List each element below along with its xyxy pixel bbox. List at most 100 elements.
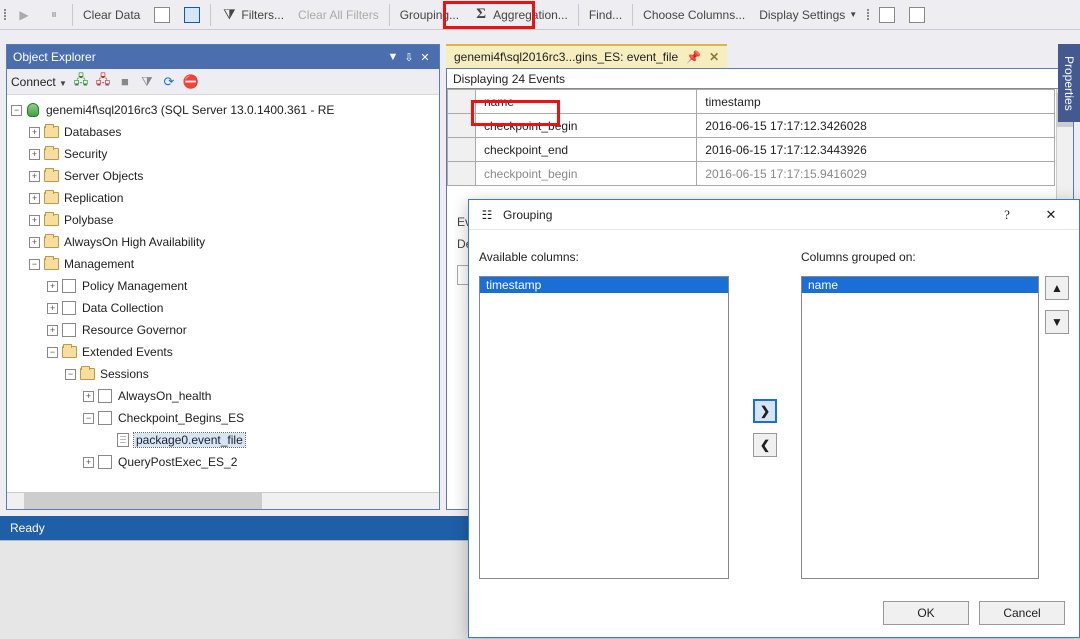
move-down-button[interactable]: ▼: [1045, 310, 1069, 334]
expand-icon[interactable]: +: [47, 281, 58, 292]
tree-checkpoint-begins[interactable]: −Checkpoint_Begins_ES: [11, 407, 439, 429]
view2-button[interactable]: [178, 3, 206, 27]
expand-icon[interactable]: +: [83, 391, 94, 402]
table-row[interactable]: checkpoint_begin2016-06-15 17:17:12.3426…: [448, 114, 1055, 138]
cell: 2016-06-15 17:17:12.3443926: [697, 138, 1055, 162]
list-item[interactable]: name: [802, 277, 1038, 293]
list-item[interactable]: timestamp: [480, 277, 728, 293]
collapse-icon[interactable]: −: [29, 259, 40, 270]
display-settings-button[interactable]: Display Settings▼: [753, 3, 863, 27]
close-button[interactable]: ✕: [1033, 203, 1069, 227]
document-tab[interactable]: genemi4f\sql2016rc3...gins_ES: event_fil…: [446, 44, 727, 68]
tree-policy-mgmt[interactable]: +Policy Management: [11, 275, 439, 297]
filter-icon[interactable]: ⧩: [139, 74, 155, 90]
clear-all-filters-label: Clear All Filters: [298, 8, 379, 22]
grid-corner: [448, 90, 476, 114]
tree-label: Polybase: [62, 213, 115, 227]
col-timestamp-header[interactable]: timestamp: [697, 90, 1055, 114]
expand-icon[interactable]: +: [83, 457, 94, 468]
table-row[interactable]: checkpoint_end2016-06-15 17:17:12.344392…: [448, 138, 1055, 162]
tree-resource-gov[interactable]: +Resource Governor: [11, 319, 439, 341]
expand-icon[interactable]: +: [29, 149, 40, 160]
tree-sessions[interactable]: −Sessions: [11, 363, 439, 385]
expand-icon[interactable]: +: [29, 237, 40, 248]
close-icon[interactable]: ✕: [417, 49, 433, 65]
expand-icon[interactable]: +: [29, 127, 40, 138]
collapse-icon[interactable]: −: [65, 369, 76, 380]
scrollbar-thumb[interactable]: [24, 493, 262, 509]
events-grid[interactable]: name timestamp checkpoint_begin2016-06-1…: [447, 89, 1073, 209]
table-row[interactable]: checkpoint_begin2016-06-15 17:17:15.9416…: [448, 162, 1055, 186]
clear-all-filters-button[interactable]: Clear All Filters: [292, 3, 385, 27]
col-name-header[interactable]: name: [476, 90, 697, 114]
folder-icon: [43, 234, 59, 250]
tree-extended-events[interactable]: −Extended Events: [11, 341, 439, 363]
dropdown-icon[interactable]: ▼: [385, 49, 401, 65]
help-button[interactable]: ?: [989, 203, 1025, 227]
pin-icon[interactable]: ⇩: [401, 49, 417, 65]
tree-management[interactable]: −Management: [11, 253, 439, 275]
dialog-icon: ☷: [479, 207, 495, 223]
connect-button[interactable]: Connect ▼: [11, 75, 67, 89]
tree-querypost[interactable]: +QueryPostExec_ES_2: [11, 451, 439, 473]
ok-button[interactable]: OK: [883, 601, 969, 625]
grouping-button[interactable]: Grouping...: [394, 3, 465, 27]
object-explorer-tree[interactable]: − genemi4f\sql2016rc3 (SQL Server 13.0.1…: [7, 95, 439, 492]
tree-root[interactable]: − genemi4f\sql2016rc3 (SQL Server 13.0.1…: [11, 99, 439, 121]
refresh-icon[interactable]: ⟳: [161, 74, 177, 90]
extra1-button[interactable]: [873, 3, 901, 27]
clear-data-label: Clear Data: [83, 8, 140, 22]
tree-alwayson[interactable]: +AlwaysOn High Availability: [11, 231, 439, 253]
folder-icon: [79, 366, 95, 382]
tree-server-objects[interactable]: +Server Objects: [11, 165, 439, 187]
move-up-button[interactable]: ▲: [1045, 276, 1069, 300]
script-icon[interactable]: ⛔: [183, 74, 199, 90]
main-toolbar: ▶ ⏸ Clear Data ⧩Filters... Clear All Fil…: [0, 0, 1080, 30]
filters-button[interactable]: ⧩Filters...: [215, 3, 290, 27]
collapse-icon[interactable]: −: [47, 347, 58, 358]
available-columns-listbox[interactable]: timestamp: [479, 276, 729, 579]
close-icon[interactable]: ✕: [709, 50, 719, 64]
session-icon: [97, 454, 113, 470]
extra2-button[interactable]: [903, 3, 931, 27]
folder-icon: [43, 168, 59, 184]
grouped-columns-listbox[interactable]: name: [801, 276, 1039, 579]
pin-icon[interactable]: 📌: [686, 50, 701, 64]
clear-data-button[interactable]: Clear Data: [77, 3, 146, 27]
connect-add-icon[interactable]: 🖧: [73, 74, 89, 90]
expand-icon[interactable]: +: [29, 193, 40, 204]
collapse-icon[interactable]: −: [83, 413, 94, 424]
tree-databases[interactable]: +Databases: [11, 121, 439, 143]
properties-tab[interactable]: Properties: [1058, 44, 1080, 122]
move-left-button[interactable]: ❮: [753, 433, 777, 457]
folder-icon: [43, 190, 59, 206]
tree-label: Security: [62, 147, 109, 161]
expand-icon[interactable]: +: [29, 215, 40, 226]
expand-icon[interactable]: +: [47, 325, 58, 336]
expand-icon[interactable]: +: [47, 303, 58, 314]
tree-polybase[interactable]: + Polybase: [11, 209, 439, 231]
stop-icon[interactable]: ■: [117, 74, 133, 90]
tree-package0[interactable]: package0.event_file: [11, 429, 439, 451]
tree-data-collection[interactable]: +Data Collection: [11, 297, 439, 319]
connect-remove-icon[interactable]: 🖧: [95, 74, 111, 90]
choose-columns-button[interactable]: Choose Columns...: [637, 3, 751, 27]
collapse-icon[interactable]: −: [11, 105, 22, 116]
tree-replication[interactable]: +Replication: [11, 187, 439, 209]
toolbar-grip: [2, 3, 8, 27]
cancel-button[interactable]: Cancel: [979, 601, 1065, 625]
view1-button[interactable]: [148, 3, 176, 27]
tree-security[interactable]: + Security: [11, 143, 439, 165]
aggregation-button[interactable]: ΣAggregation...: [467, 3, 574, 27]
grouping-dialog: ☷ Grouping ? ✕ Available columns: Column…: [468, 199, 1080, 638]
dialog-titlebar[interactable]: ☷ Grouping ? ✕: [469, 200, 1079, 230]
tree-alwayson-health[interactable]: +AlwaysOn_health: [11, 385, 439, 407]
expand-icon[interactable]: +: [29, 171, 40, 182]
play-button[interactable]: ▶: [10, 3, 38, 27]
cell: checkpoint_begin: [476, 114, 697, 138]
pause-button[interactable]: ⏸: [40, 3, 68, 27]
move-right-button[interactable]: ❯: [753, 399, 777, 423]
find-button[interactable]: Find...: [583, 3, 628, 27]
events-caption: Displaying 24 Events: [447, 69, 1073, 89]
horizontal-scrollbar[interactable]: [7, 492, 439, 509]
